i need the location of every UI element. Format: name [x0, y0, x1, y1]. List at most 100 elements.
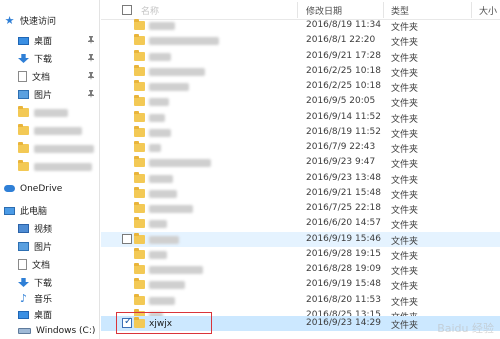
folder-icon — [134, 187, 145, 198]
table-row[interactable]: 2016/9/21 15:48 文件夹 — [101, 186, 500, 201]
name-column-header[interactable]: 名称 — [141, 4, 159, 17]
file-name-redacted — [149, 21, 175, 30]
file-type: 文件夹 — [391, 267, 419, 277]
table-row[interactable]: 2016/9/28 19:15 文件夹 — [101, 247, 500, 262]
modified-date: 2016/9/23 14:29 — [306, 318, 381, 328]
nav-item[interactable]: 文档 — [0, 68, 99, 85]
table-row[interactable]: 2016/8/28 19:09 文件夹 — [101, 262, 500, 277]
modified-date: 2016/9/28 19:15 — [306, 249, 381, 259]
file-name-redacted — [149, 250, 167, 259]
file-type: 文件夹 — [391, 221, 419, 231]
column-divider[interactable] — [471, 2, 472, 18]
folder-icon — [134, 34, 145, 45]
nav-item[interactable]: 此电脑 — [0, 202, 99, 219]
column-header: 名称 修改日期 类型 大小 — [101, 0, 500, 20]
nav-item[interactable]: 桌面 — [0, 32, 99, 49]
table-row[interactable]: 2016/9/21 17:28 文件夹 — [101, 49, 500, 64]
folder-icon — [134, 19, 145, 30]
table-row[interactable]: 2016/9/23 9:47 文件夹 — [101, 155, 500, 170]
column-divider[interactable] — [383, 2, 384, 18]
nav-item-label-redacted — [34, 108, 68, 117]
file-type: 文件夹 — [391, 282, 419, 292]
modified-date: 2016/2/25 10:18 — [306, 81, 381, 91]
pin-icon[interactable] — [88, 54, 94, 62]
file-name-cell — [149, 95, 169, 108]
nav-item[interactable] — [0, 140, 99, 157]
nav-item[interactable] — [0, 158, 99, 175]
table-row[interactable]: 2016/8/20 11:53 文件夹 — [101, 293, 500, 308]
folder-icon — [134, 95, 145, 106]
table-row[interactable]: 2016/8/1 22:20 文件夹 — [101, 33, 500, 48]
music-icon: ♪ — [19, 292, 28, 305]
folder-icon — [134, 126, 145, 137]
file-name-cell — [149, 50, 171, 63]
folder-icon — [18, 124, 29, 135]
folder-icon — [134, 263, 145, 274]
modified-date: 2016/8/19 11:52 — [306, 127, 381, 137]
file-type: 文件夹 — [391, 115, 419, 125]
table-row[interactable]: 2016/9/19 15:46 文件夹 — [101, 232, 500, 247]
folder-icon — [134, 80, 145, 91]
videos-icon — [18, 224, 29, 233]
nav-item-label-redacted — [34, 162, 92, 171]
nav-item-label: 文档 — [32, 261, 51, 271]
modified-date: 2016/8/20 11:53 — [306, 295, 381, 305]
nav-item[interactable]: OneDrive — [0, 180, 99, 197]
table-row[interactable]: 2016/8/19 11:52 文件夹 — [101, 125, 500, 140]
file-name-cell — [149, 202, 193, 215]
file-name-cell — [149, 248, 167, 261]
file-name-cell — [149, 263, 203, 276]
file-name-cell — [149, 278, 185, 291]
date-column-header[interactable]: 修改日期 — [306, 4, 342, 17]
nav-item[interactable]: 下载 — [0, 50, 99, 67]
file-name-redacted — [149, 113, 165, 122]
nav-item[interactable]: 图片 — [0, 238, 99, 255]
file-name-redacted — [149, 67, 205, 76]
file-name-redacted — [149, 97, 169, 106]
modified-date: 2016/8/19 11:34 — [306, 20, 381, 30]
folder-icon — [134, 141, 145, 152]
table-row[interactable]: 2016/9/5 20:05 文件夹 — [101, 94, 500, 109]
column-divider[interactable] — [297, 2, 298, 18]
table-row[interactable]: 2016/9/23 13:48 文件夹 — [101, 171, 500, 186]
pin-icon[interactable] — [88, 36, 94, 44]
select-all-checkbox[interactable] — [122, 5, 132, 15]
onedrive-icon — [4, 185, 15, 192]
folder-icon — [134, 217, 145, 228]
row-checkbox[interactable]: ✓ — [122, 316, 132, 328]
nav-item-label: 图片 — [34, 243, 53, 253]
nav-item-label: 文档 — [32, 73, 51, 83]
table-row[interactable]: 2016/2/25 10:18 文件夹 — [101, 79, 500, 94]
table-row[interactable]: 2016/9/14 11:52 文件夹 — [101, 110, 500, 125]
pin-icon[interactable] — [88, 90, 94, 98]
document-icon — [18, 259, 27, 270]
table-row[interactable]: 2016/7/25 22:18 文件夹 — [101, 201, 500, 216]
folder-icon — [134, 50, 145, 61]
table-row[interactable]: 2016/6/20 14:57 文件夹 — [101, 216, 500, 231]
file-name-redacted — [149, 36, 219, 45]
modified-date: 2016/7/25 22:18 — [306, 203, 381, 213]
nav-item[interactable]: 下载 — [0, 274, 99, 291]
nav-item-label: 此电脑 — [20, 207, 48, 217]
folder-icon — [134, 317, 145, 328]
size-column-header[interactable]: 大小 — [479, 4, 497, 17]
folder-icon — [18, 106, 29, 117]
nav-item[interactable]: 文档 — [0, 256, 99, 273]
file-type: 文件夹 — [391, 191, 419, 201]
nav-item[interactable]: 桌面 — [0, 306, 99, 323]
pin-icon[interactable] — [88, 72, 94, 80]
table-row[interactable]: 2016/8/19 11:34 文件夹 — [101, 18, 500, 33]
nav-item[interactable]: ★ 快速访问 — [0, 12, 99, 29]
row-checkbox[interactable] — [122, 234, 132, 244]
table-row[interactable]: 2016/9/19 15:48 文件夹 — [101, 277, 500, 292]
nav-item-label: OneDrive — [20, 183, 63, 194]
table-row[interactable]: 2016/2/25 10:18 文件夹 — [101, 64, 500, 79]
type-column-header[interactable]: 类型 — [391, 4, 409, 17]
nav-item[interactable]: ♪ 音乐 — [0, 290, 99, 307]
file-name-cell — [149, 187, 177, 200]
nav-item[interactable]: 图片 — [0, 86, 99, 103]
nav-item[interactable] — [0, 122, 99, 139]
nav-item[interactable]: 视频 — [0, 220, 99, 237]
nav-item[interactable] — [0, 104, 99, 121]
table-row[interactable]: 2016/7/9 22:43 文件夹 — [101, 140, 500, 155]
